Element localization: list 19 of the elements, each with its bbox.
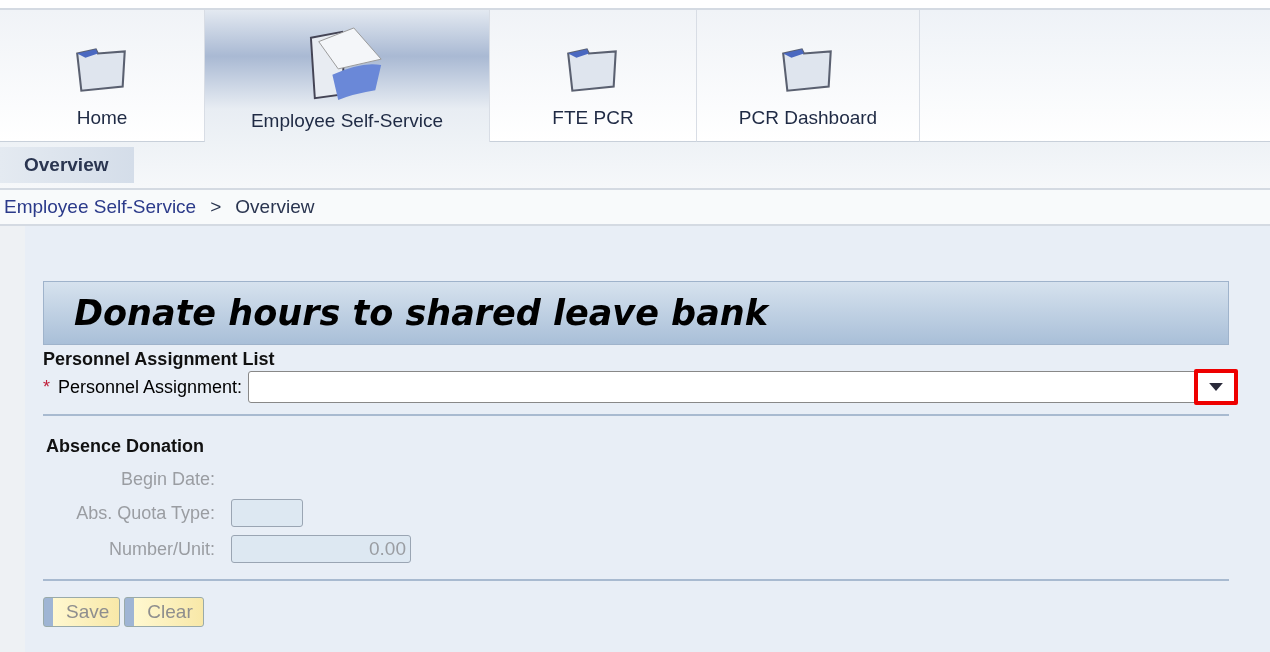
section-heading: Absence Donation (45, 436, 206, 457)
nav-tab[interactable]: Employee Self-Service (205, 10, 490, 142)
section-heading: Personnel Assignment List (43, 349, 276, 370)
breadcrumb-current: Overview (235, 196, 315, 218)
input-field[interactable] (231, 499, 303, 527)
breadcrumb-separator: > (210, 196, 222, 218)
field-label: Abs. Quota Type: (75, 502, 215, 524)
page-title: Donate hours to shared leave bank (74, 293, 768, 333)
nav-tab[interactable]: PCR Dashboard (697, 10, 920, 142)
field-label: Personnel Assignment: (58, 376, 243, 398)
subnav-tab[interactable]: Overview (0, 147, 134, 183)
field-label: Number/Unit: (107, 538, 215, 560)
caret-icon (1209, 383, 1223, 391)
nav-tab[interactable]: Home (0, 10, 205, 142)
dropdown-button[interactable] (1194, 369, 1238, 405)
breadcrumb-link[interactable]: Employee Self-Service (4, 196, 197, 218)
nav-tab[interactable]: FTE PCR (490, 10, 697, 142)
field-label: Begin Date: (119, 468, 215, 490)
required-asterisk: * (43, 376, 50, 398)
